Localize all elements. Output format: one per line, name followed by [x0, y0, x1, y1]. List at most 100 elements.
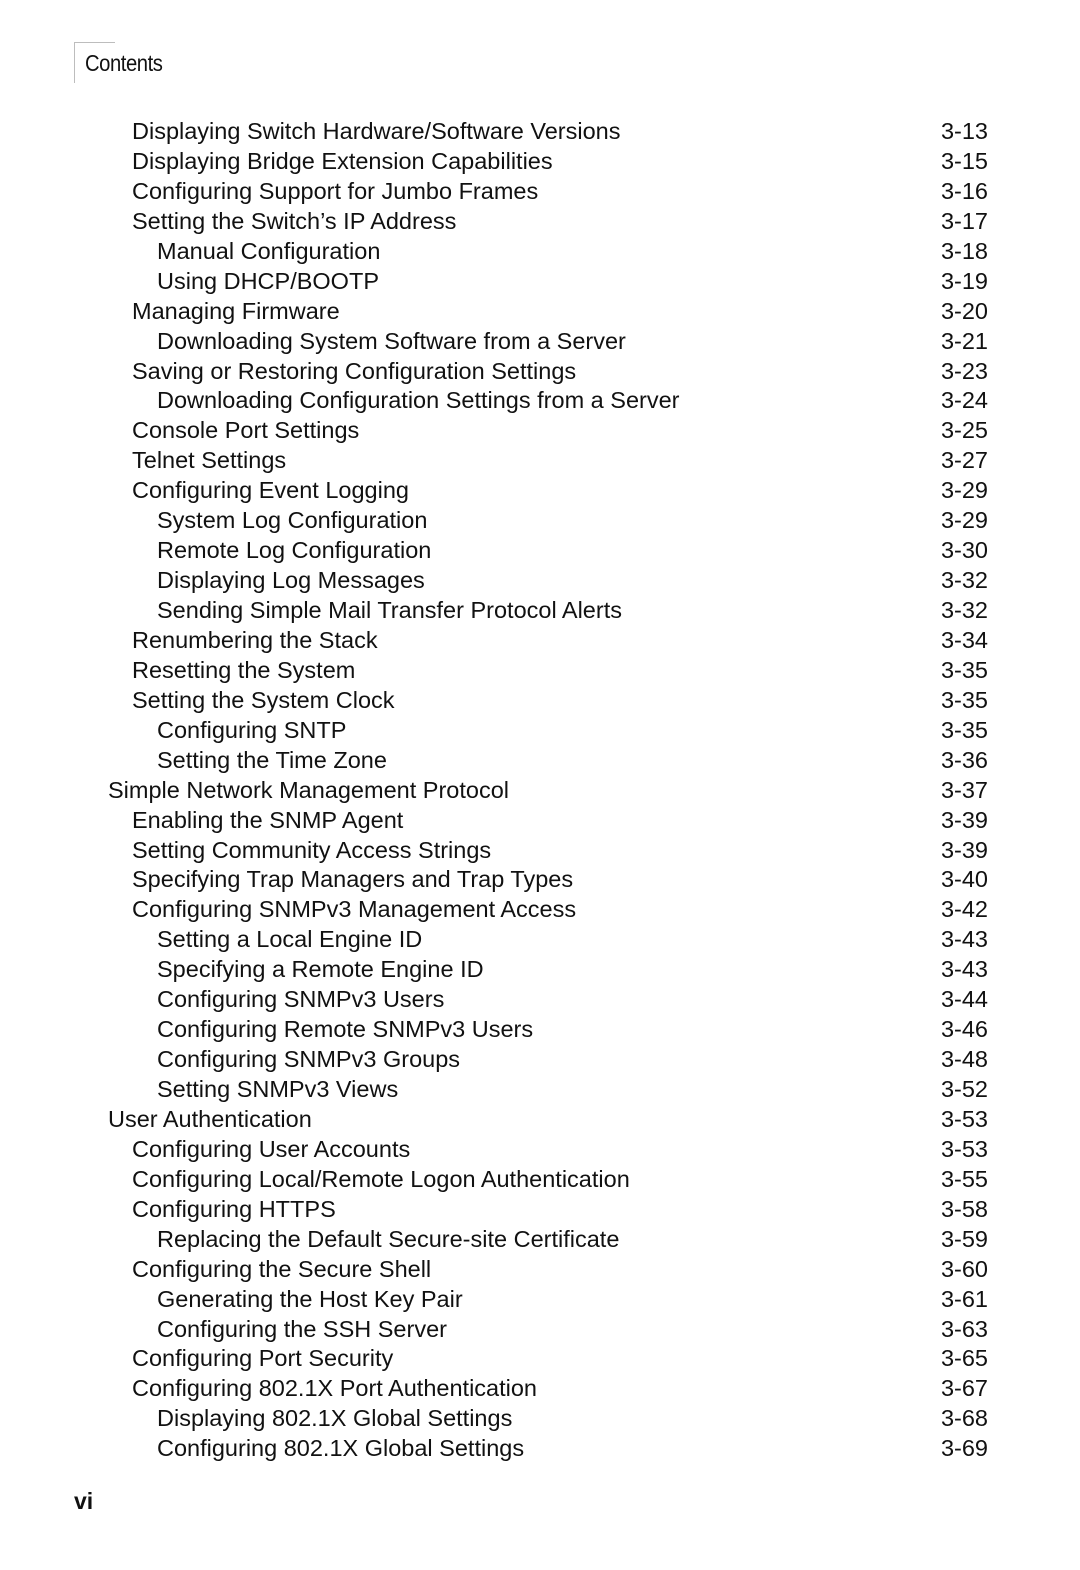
toc-entry-title[interactable]: Saving or Restoring Configuration Settin…	[132, 356, 576, 386]
toc-entry-title[interactable]: Configuring Local/Remote Logon Authentic…	[132, 1164, 630, 1194]
toc-entry-title[interactable]: Setting Community Access Strings	[132, 835, 491, 865]
toc-entry-page[interactable]: 3-21	[941, 326, 988, 356]
toc-entry-title[interactable]: Configuring the SSH Server	[157, 1314, 447, 1344]
toc-entry-title[interactable]: Configuring SNMPv3 Management Access	[132, 894, 576, 924]
toc-entry[interactable]: Downloading System Software from a Serve…	[0, 326, 1080, 356]
toc-entry-page[interactable]: 3-58	[941, 1194, 988, 1224]
toc-entry-title[interactable]: Specifying Trap Managers and Trap Types	[132, 864, 573, 894]
toc-entry-title[interactable]: Manual Configuration	[157, 236, 380, 266]
toc-entry-page[interactable]: 3-69	[941, 1433, 988, 1463]
toc-entry-title[interactable]: Configuring Event Logging	[132, 475, 409, 505]
toc-entry-title[interactable]: Configuring HTTPS	[132, 1194, 336, 1224]
toc-entry[interactable]: Managing Firmware 3-20	[0, 296, 1080, 326]
toc-entry-page[interactable]: 3-61	[941, 1284, 988, 1314]
toc-entry-title[interactable]: Sending Simple Mail Transfer Protocol Al…	[157, 595, 622, 625]
toc-entry-title[interactable]: Configuring User Accounts	[132, 1134, 410, 1164]
toc-entry-title[interactable]: Displaying 802.1X Global Settings	[157, 1403, 512, 1433]
toc-entry-title[interactable]: Displaying Switch Hardware/Software Vers…	[132, 116, 621, 146]
toc-entry-title[interactable]: Configuring SNMPv3 Users	[157, 984, 444, 1014]
toc-entry-title[interactable]: Setting SNMPv3 Views	[157, 1074, 398, 1104]
toc-entry-title[interactable]: Simple Network Management Protocol	[108, 775, 509, 805]
toc-entry[interactable]: Enabling the SNMP Agent 3-39	[0, 805, 1080, 835]
toc-entry-page[interactable]: 3-27	[941, 445, 988, 475]
toc-entry-title[interactable]: Configuring 802.1X Global Settings	[157, 1433, 524, 1463]
toc-entry-page[interactable]: 3-29	[941, 505, 988, 535]
toc-entry[interactable]: Specifying a Remote Engine ID 3-43	[0, 954, 1080, 984]
toc-entry-page[interactable]: 3-35	[941, 685, 988, 715]
toc-entry[interactable]: Configuring SNMPv3 Management Access 3-42	[0, 894, 1080, 924]
toc-entry-title[interactable]: Setting the Switch’s IP Address	[132, 206, 456, 236]
toc-entry[interactable]: Specifying Trap Managers and Trap Types 3…	[0, 864, 1080, 894]
toc-entry[interactable]: Setting the Time Zone 3-36	[0, 745, 1080, 775]
toc-entry[interactable]: Configuring the SSH Server 3-63	[0, 1314, 1080, 1344]
toc-entry-page[interactable]: 3-46	[941, 1014, 988, 1044]
toc-entry-title[interactable]: Setting a Local Engine ID	[157, 924, 422, 954]
toc-entry-page[interactable]: 3-44	[941, 984, 988, 1014]
toc-entry[interactable]: Configuring Remote SNMPv3 Users 3-46	[0, 1014, 1080, 1044]
toc-entry-title[interactable]: User Authentication	[108, 1104, 312, 1134]
toc-entry-page[interactable]: 3-23	[941, 356, 988, 386]
toc-entry[interactable]: Generating the Host Key Pair 3-61	[0, 1284, 1080, 1314]
toc-entry[interactable]: Manual Configuration 3-18	[0, 236, 1080, 266]
toc-entry[interactable]: Setting the Switch’s IP Address 3-17	[0, 206, 1080, 236]
toc-entry-page[interactable]: 3-67	[941, 1373, 988, 1403]
toc-entry-page[interactable]: 3-53	[941, 1104, 988, 1134]
toc-entry[interactable]: Remote Log Configuration 3-30	[0, 535, 1080, 565]
toc-entry-title[interactable]: Remote Log Configuration	[157, 535, 431, 565]
toc-entry-page[interactable]: 3-48	[941, 1044, 988, 1074]
toc-entry[interactable]: Configuring Port Security 3-65	[0, 1343, 1080, 1373]
toc-entry[interactable]: Replacing the Default Secure-site Certif…	[0, 1224, 1080, 1254]
toc-entry-title[interactable]: Configuring SNTP	[157, 715, 346, 745]
toc-entry-page[interactable]: 3-42	[941, 894, 988, 924]
toc-entry[interactable]: Simple Network Management Protocol 3-37	[0, 775, 1080, 805]
toc-entry-page[interactable]: 3-60	[941, 1254, 988, 1284]
toc-entry[interactable]: Configuring HTTPS 3-58	[0, 1194, 1080, 1224]
toc-entry-title[interactable]: Telnet Settings	[132, 445, 286, 475]
toc-entry-title[interactable]: Resetting the System	[132, 655, 355, 685]
toc-entry-page[interactable]: 3-59	[941, 1224, 988, 1254]
toc-entry[interactable]: Configuring Support for Jumbo Frames 3-16	[0, 176, 1080, 206]
toc-entry[interactable]: Renumbering the Stack 3-34	[0, 625, 1080, 655]
toc-entry[interactable]: Displaying Log Messages 3-32	[0, 565, 1080, 595]
toc-entry[interactable]: Setting a Local Engine ID 3-43	[0, 924, 1080, 954]
toc-entry-title[interactable]: Using DHCP/BOOTP	[157, 266, 379, 296]
toc-entry-page[interactable]: 3-53	[941, 1134, 988, 1164]
toc-entry[interactable]: System Log Configuration 3-29	[0, 505, 1080, 535]
toc-entry[interactable]: Configuring SNTP 3-35	[0, 715, 1080, 745]
toc-entry-title[interactable]: Displaying Log Messages	[157, 565, 425, 595]
toc-entry-page[interactable]: 3-36	[941, 745, 988, 775]
toc-entry[interactable]: Setting SNMPv3 Views 3-52	[0, 1074, 1080, 1104]
toc-entry-title[interactable]: Displaying Bridge Extension Capabilities	[132, 146, 553, 176]
toc-entry-title[interactable]: Configuring Port Security	[132, 1343, 393, 1373]
toc-entry-title[interactable]: Configuring the Secure Shell	[132, 1254, 431, 1284]
toc-entry[interactable]: Displaying Switch Hardware/Software Vers…	[0, 116, 1080, 146]
toc-entry-page[interactable]: 3-37	[941, 775, 988, 805]
toc-entry-title[interactable]: Setting the System Clock	[132, 685, 395, 715]
toc-entry-page[interactable]: 3-35	[941, 715, 988, 745]
toc-entry-title[interactable]: Configuring 802.1X Port Authentication	[132, 1373, 537, 1403]
toc-entry-page[interactable]: 3-15	[941, 146, 988, 176]
toc-entry-page[interactable]: 3-43	[941, 954, 988, 984]
toc-entry-page[interactable]: 3-16	[941, 176, 988, 206]
toc-entry-title[interactable]: Downloading Configuration Settings from …	[157, 385, 680, 415]
toc-entry-page[interactable]: 3-39	[941, 805, 988, 835]
toc-entry-page[interactable]: 3-52	[941, 1074, 988, 1104]
toc-entry[interactable]: User Authentication 3-53	[0, 1104, 1080, 1134]
toc-entry[interactable]: Configuring SNMPv3 Users 3-44	[0, 984, 1080, 1014]
toc-entry-page[interactable]: 3-68	[941, 1403, 988, 1433]
toc-entry-title[interactable]: System Log Configuration	[157, 505, 427, 535]
toc-entry-page[interactable]: 3-32	[941, 595, 988, 625]
toc-entry-page[interactable]: 3-35	[941, 655, 988, 685]
toc-entry-page[interactable]: 3-20	[941, 296, 988, 326]
toc-entry-page[interactable]: 3-30	[941, 535, 988, 565]
toc-entry[interactable]: Downloading Configuration Settings from …	[0, 385, 1080, 415]
toc-entry[interactable]: Sending Simple Mail Transfer Protocol Al…	[0, 595, 1080, 625]
toc-entry[interactable]: Resetting the System 3-35	[0, 655, 1080, 685]
toc-entry-title[interactable]: Enabling the SNMP Agent	[132, 805, 403, 835]
toc-entry[interactable]: Setting Community Access Strings 3-39	[0, 835, 1080, 865]
toc-entry-page[interactable]: 3-13	[941, 116, 988, 146]
toc-entry-title[interactable]: Configuring SNMPv3 Groups	[157, 1044, 460, 1074]
toc-entry-title[interactable]: Replacing the Default Secure-site Certif…	[157, 1224, 619, 1254]
toc-entry[interactable]: Configuring 802.1X Global Settings 3-69	[0, 1433, 1080, 1463]
toc-entry-page[interactable]: 3-34	[941, 625, 988, 655]
